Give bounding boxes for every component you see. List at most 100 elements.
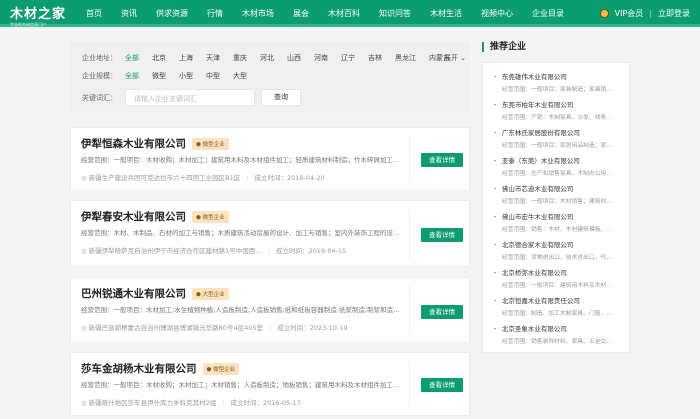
- recommended-list: 东莞雄伟木业有限公司经营范围：一般项目：家具制造；家具销… 东莞市柏年木业有限公…: [482, 62, 630, 353]
- list-item[interactable]: 亚泰（东莞）木业有限公司经营范围：生产和销售家具、木制办公用…: [493, 155, 629, 183]
- region-option[interactable]: 河北: [260, 53, 274, 63]
- divider: [409, 209, 410, 258]
- company-card: 伊犁恒森木业有限公司 ⬢ 微型企业 经营范围：一般项目：木材收购；木材加工；建筑用…: [70, 127, 470, 191]
- company-name[interactable]: 莎车金胡杨木业有限公司: [81, 361, 197, 376]
- expand-button[interactable]: 展开 ⌄: [444, 53, 466, 63]
- list-item[interactable]: 北京德合家木业有限公司经营范围：货物进出口、技术进出口、代…: [493, 239, 629, 267]
- scale-option[interactable]: 微型: [152, 71, 166, 81]
- item-name[interactable]: 东莞市柏年木业有限公司: [493, 99, 629, 109]
- scale-badge: ⬢ 微型企业: [192, 210, 229, 223]
- logo-slogan: 专业的木材信息门户: [10, 22, 46, 27]
- item-desc: 经营范围：生产和销售家具、木制办公用…: [502, 171, 613, 177]
- company-name[interactable]: 伊犁恒森木业有限公司: [81, 136, 186, 151]
- view-details-button[interactable]: 查看详情: [421, 228, 463, 242]
- badge-label: 微型企业: [213, 366, 236, 373]
- scale-option[interactable]: 全部: [125, 71, 139, 81]
- item-desc: 经营范围：制造、加工木制家具、门窗、…: [502, 311, 613, 317]
- vip-link[interactable]: VIP会员: [615, 8, 644, 19]
- chevron-down-icon: ⌄: [460, 54, 466, 62]
- view-details-button[interactable]: 查看详情: [421, 305, 463, 319]
- item-name[interactable]: 北京恒嘉木业有限责任公司: [493, 295, 629, 305]
- badge-label: 微型企业: [202, 141, 225, 148]
- region-option[interactable]: 辽宁: [341, 53, 355, 63]
- nav-encyclopedia[interactable]: 木材百科: [328, 8, 360, 19]
- scale-option[interactable]: 大型: [233, 71, 247, 81]
- item-name[interactable]: 佛山市宏牛木业有限公司: [493, 211, 629, 221]
- expand-label: 展开: [443, 54, 458, 62]
- business-scope: 经营范围：一般项目：木材收购；木材加工；建筑用木料及木材组件加工；轻质建筑材料制…: [81, 156, 400, 164]
- nav-market-price[interactable]: 行情: [207, 8, 223, 19]
- company-address: 新疆巴音郭楞蒙古自治州博湖县博湖镇光华路80号4层405室: [88, 324, 263, 332]
- region-option[interactable]: 上海: [179, 53, 193, 63]
- view-details-button[interactable]: 查看详情: [421, 378, 463, 392]
- company-meta: ◎ 新疆巴音郭楞蒙古自治州博湖县博湖镇光华路80号4层405室 | 成立时间：2023…: [81, 324, 348, 332]
- founded-date: 成立时间：2019-04-15: [276, 247, 347, 255]
- nav-life[interactable]: 木材生活: [430, 8, 462, 19]
- scale-badge: ⬢ 微型企业: [202, 362, 240, 375]
- location-pin-icon: ◎: [81, 174, 87, 182]
- scale-badge: ⬢ 微型企业: [192, 137, 229, 150]
- recommended-companies: 推荐企业 东莞雄伟木业有限公司经营范围：一般项目：家具制造；家具销… 东莞市柏年…: [482, 38, 630, 353]
- item-name[interactable]: 北京桥弥木业有限公司: [493, 267, 629, 277]
- founded-date: 成立时间：2016-04-20: [254, 174, 325, 182]
- company-meta: ◎ 新疆伊犁哈萨克自治州伊宁市经济合作区建材路1号中国西… | 成立时间：2019-0…: [81, 247, 347, 255]
- item-desc: 经营范围：销售装饰材料、家具、五金交…: [502, 339, 613, 345]
- region-option[interactable]: 山西: [287, 53, 301, 63]
- company-address: 新疆喀什地区莎车县伊什库力乡科克其村2组: [88, 399, 217, 407]
- company-meta: ◎ 新疆生产建设兵团可克达拉市六十四团工业园区B1区 | 成立时间：2016-04-2…: [81, 174, 325, 182]
- keyword-input[interactable]: 请输入企业关键词汇: [125, 89, 255, 106]
- company-name[interactable]: 伊犁春安木业有限公司: [81, 209, 186, 224]
- company-meta: ◎ 新疆喀什地区莎车县伊什库力乡科克其村2组 | 成立时间：2016-05-17: [81, 399, 301, 407]
- region-option[interactable]: 吉林: [368, 53, 382, 63]
- company-card: 巴州锐通木业有限公司 ⬢ 大型企业 经营范围：一般项目：木材加工;水生植物种植;人…: [70, 277, 470, 343]
- divider: [409, 361, 410, 407]
- region-option[interactable]: 天津: [206, 53, 220, 63]
- nav-exhibition[interactable]: 展会: [293, 8, 309, 19]
- nav-home[interactable]: 首页: [86, 8, 102, 19]
- list-item[interactable]: 东莞市柏年木业有限公司经营范围：产销：木制家具、沙发、线条…: [493, 99, 629, 127]
- item-name[interactable]: 东莞雄伟木业有限公司: [493, 71, 629, 81]
- nav-news[interactable]: 资讯: [121, 8, 137, 19]
- list-item[interactable]: 佛山市宏牛木业有限公司经营范围：销售：木材、木材建筑模板、…: [493, 211, 629, 239]
- item-desc: 经营范围：货物进出口、技术进出口、代…: [502, 255, 613, 261]
- region-option[interactable]: 重庆: [233, 53, 247, 63]
- item-desc: 经营范围：一般项目：建筑用木料及木材…: [502, 283, 613, 289]
- list-item[interactable]: 北京桥弥木业有限公司经营范围：一般项目：建筑用木料及木材…: [493, 267, 629, 295]
- item-name[interactable]: 亚泰（东莞）木业有限公司: [493, 155, 629, 165]
- list-item[interactable]: 北京恒嘉木业有限责任公司经营范围：制造、加工木制家具、门窗、…: [493, 295, 629, 323]
- nav-video[interactable]: 视频中心: [481, 8, 513, 19]
- logo-text: 木材之家: [10, 7, 67, 22]
- region-option[interactable]: 北京: [152, 53, 166, 63]
- item-desc: 经营范围：销售：木材、木材建筑模板、…: [502, 227, 613, 233]
- nav-supply[interactable]: 供求资源: [156, 8, 188, 19]
- nav-qa[interactable]: 知识问答: [379, 8, 411, 19]
- sidebar-title: 推荐企业: [482, 42, 630, 52]
- view-details-button[interactable]: 查看详情: [421, 153, 463, 167]
- item-name[interactable]: 北京德合家木业有限公司: [493, 239, 629, 249]
- list-item[interactable]: 东莞雄伟木业有限公司经营范围：一般项目：家具制造；家具销…: [493, 71, 629, 99]
- region-option[interactable]: 全部: [125, 53, 139, 63]
- scale-option[interactable]: 小型: [179, 71, 193, 81]
- top-nav-bar: 木材之家 专业的木材信息门户 首页 资讯 供求资源 行情 木材市场 展会 木材百…: [0, 0, 700, 27]
- item-name[interactable]: 北京圣象木业有限公司: [493, 323, 629, 333]
- item-name[interactable]: 佛山市芯迪木业有限公司: [493, 183, 629, 193]
- list-item[interactable]: 广东林氏家居股份有限公司经营范围：一般项目：家居用品制造；家…: [493, 127, 629, 155]
- badge-label: 微型企业: [202, 214, 225, 221]
- scale-option[interactable]: 中型: [206, 71, 220, 81]
- region-option[interactable]: 黑龙江: [395, 53, 416, 63]
- region-filter: 企业地址： 全部 北京 上海 天津 重庆 河北 山西 河南 辽宁 吉林 黑龙江 …: [82, 53, 463, 63]
- nav-timber-market[interactable]: 木材市场: [242, 8, 274, 19]
- list-item[interactable]: 佛山市芯迪木业有限公司经营范围：一般项目：木材销售；建筑材…: [493, 183, 629, 211]
- region-label: 企业地址：: [82, 54, 117, 62]
- list-item[interactable]: 北京圣象木业有限公司经营范围：销售装饰材料、家具、五金交…: [493, 323, 629, 351]
- business-scope: 经营范围：一般项目：木材收购；木材加工；木材销售；人造板制造；地板销售；建筑用木…: [81, 381, 400, 389]
- item-name[interactable]: 广东林氏家居股份有限公司: [493, 127, 629, 137]
- company-name[interactable]: 巴州锐通木业有限公司: [81, 286, 186, 301]
- login-link[interactable]: 立即登录: [658, 8, 690, 19]
- company-address: 新疆伊犁哈萨克自治州伊宁市经济合作区建材路1号中国西…: [88, 247, 262, 255]
- search-button[interactable]: 查询: [261, 89, 301, 106]
- keyword-label: 关键词汇：: [82, 93, 117, 102]
- region-option[interactable]: 河南: [314, 53, 328, 63]
- site-logo[interactable]: 木材之家 专业的木材信息门户: [10, 3, 66, 28]
- nav-directory[interactable]: 企业目录: [532, 8, 564, 19]
